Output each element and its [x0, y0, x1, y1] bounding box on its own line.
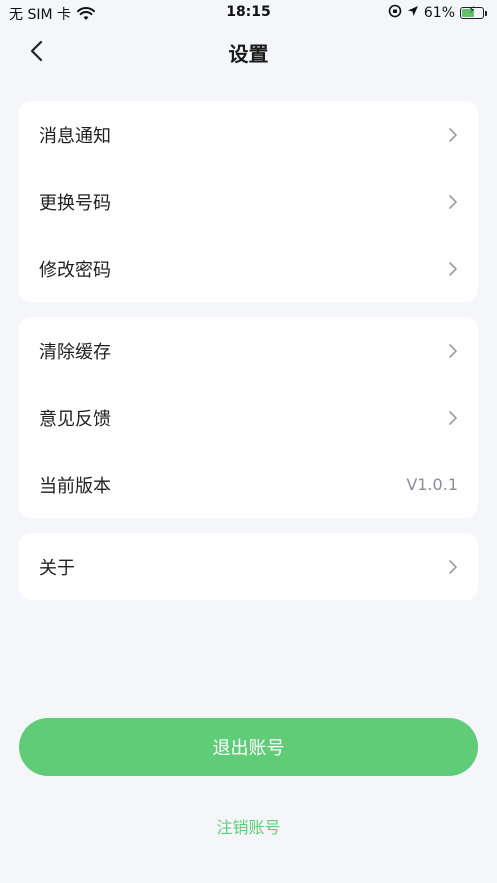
- chevron-right-icon: [448, 343, 458, 359]
- chevron-right-icon: [448, 194, 458, 210]
- settings-item-label: 更换号码: [39, 192, 111, 214]
- battery-percent: 61%: [423, 5, 455, 21]
- settings-item-version: 当前版本 V1.0.1: [19, 451, 478, 518]
- settings-group-app: 清除缓存 意见反馈 当前版本 V1.0.1: [19, 317, 478, 518]
- settings-item-feedback[interactable]: 意见反馈: [19, 384, 478, 451]
- orientation-lock-icon: [388, 4, 402, 22]
- logout-button[interactable]: 退出账号: [19, 718, 478, 776]
- cancel-account-link[interactable]: 注销账号: [0, 814, 497, 838]
- page-title: 设置: [228, 42, 269, 66]
- chevron-right-icon: [448, 410, 458, 426]
- chevron-right-icon: [448, 127, 458, 143]
- battery-icon: ⚡: [460, 5, 487, 19]
- settings-item-about[interactable]: 关于: [19, 533, 478, 600]
- version-value: V1.0.1: [406, 475, 458, 494]
- settings-item-change-number[interactable]: 更换号码: [19, 168, 478, 235]
- settings-group-account: 消息通知 更换号码 修改密码: [19, 101, 478, 302]
- status-right: 61% ⚡: [388, 4, 487, 22]
- settings-item-label: 清除缓存: [39, 341, 111, 363]
- nav-bar: 设置: [0, 26, 497, 76]
- settings-group-about: 关于: [19, 533, 478, 600]
- chevron-right-icon: [448, 559, 458, 575]
- settings-item-label: 关于: [39, 557, 75, 579]
- settings-item-label: 修改密码: [39, 259, 111, 281]
- settings-item-label: 意见反馈: [39, 408, 111, 430]
- status-bar: 无 SIM 卡 18:15 61% ⚡: [0, 0, 497, 26]
- settings-item-change-password[interactable]: 修改密码: [19, 235, 478, 302]
- settings-item-label: 消息通知: [39, 125, 111, 147]
- settings-item-clear-cache[interactable]: 清除缓存: [19, 317, 478, 384]
- settings-item-label: 当前版本: [39, 475, 111, 497]
- chevron-right-icon: [448, 261, 458, 277]
- settings-item-notifications[interactable]: 消息通知: [19, 101, 478, 168]
- location-arrow-icon: [407, 5, 419, 21]
